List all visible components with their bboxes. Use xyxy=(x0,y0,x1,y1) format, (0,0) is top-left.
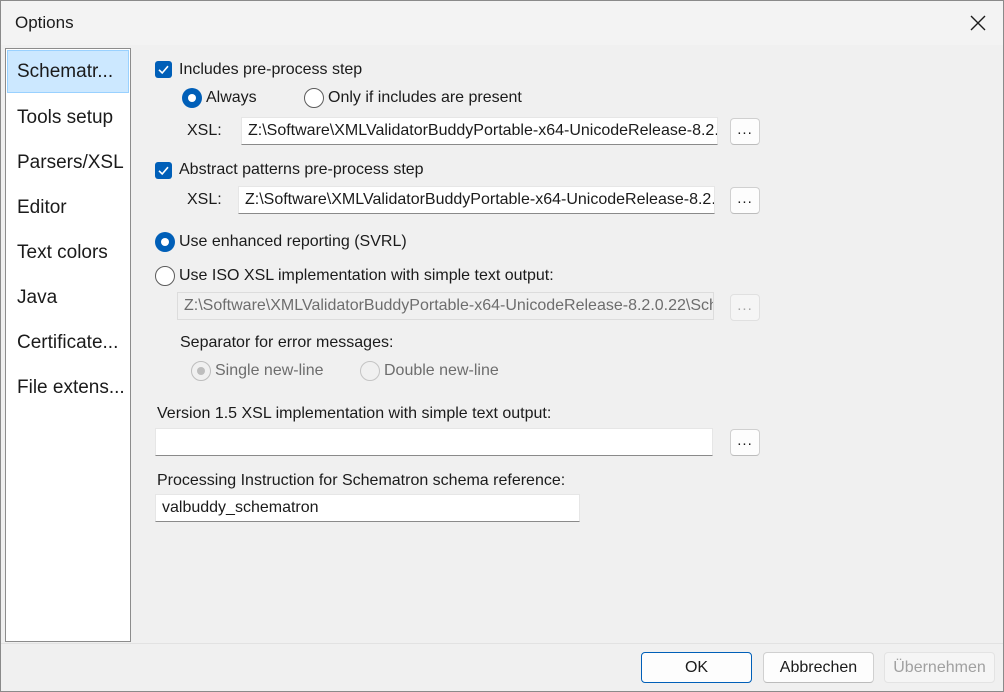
window-title: Options xyxy=(15,13,74,32)
cancel-button[interactable]: Abbrechen xyxy=(763,652,874,683)
radio-enhanced-reporting-label[interactable]: Use enhanced reporting (SVRL) xyxy=(179,233,407,251)
apply-button: Übernehmen xyxy=(884,652,995,683)
ok-button[interactable]: OK xyxy=(641,652,752,683)
close-icon xyxy=(970,15,986,31)
version15-input[interactable] xyxy=(155,428,713,456)
version15-label: Version 1.5 XSL implementation with simp… xyxy=(157,405,552,422)
sidebar-item-parsers-xsl[interactable]: Parsers/XSL xyxy=(7,141,129,184)
version15-browse-button[interactable]: ... xyxy=(730,429,760,456)
processing-instruction-input[interactable]: valbuddy_schematron xyxy=(155,494,580,522)
sidebar-item-editor[interactable]: Editor xyxy=(7,186,129,229)
iso-xsl-path-input: Z:\Software\XMLValidatorBuddyPortable-x6… xyxy=(177,292,714,320)
options-sidebar: Schematr... Tools setup Parsers/XSL Edit… xyxy=(5,48,131,642)
sidebar-item-java[interactable]: Java xyxy=(7,276,129,319)
checkmark-icon xyxy=(158,65,169,75)
sidebar-item-schematron[interactable]: Schematr... xyxy=(7,50,129,93)
radio-iso-xsl[interactable] xyxy=(155,266,175,286)
processing-instruction-label: Processing Instruction for Schematron sc… xyxy=(157,472,566,489)
sidebar-item-certificates[interactable]: Certificate... xyxy=(7,321,129,364)
includes-xsl-browse-button[interactable]: ... xyxy=(730,118,760,145)
includes-xsl-label: XSL: xyxy=(187,122,222,139)
sidebar-item-text-colors[interactable]: Text colors xyxy=(7,231,129,274)
radio-double-newline-label: Double new-line xyxy=(384,362,499,379)
includes-checkbox-label[interactable]: Includes pre-process step xyxy=(179,61,362,79)
radio-iso-xsl-label[interactable]: Use ISO XSL implementation with simple t… xyxy=(179,267,554,285)
separator-label: Separator for error messages: xyxy=(180,334,394,351)
dialog-body: Schematr... Tools setup Parsers/XSL Edit… xyxy=(1,45,1003,691)
radio-only-if-includes-label[interactable]: Only if includes are present xyxy=(328,89,522,107)
abstract-patterns-checkbox[interactable] xyxy=(155,162,172,179)
title-bar: Options xyxy=(1,1,1003,45)
abstract-xsl-label: XSL: xyxy=(187,191,222,208)
radio-single-newline xyxy=(191,361,211,381)
sidebar-item-file-extensions[interactable]: File extens... xyxy=(7,366,129,409)
iso-xsl-browse-button: ... xyxy=(730,294,760,321)
close-button[interactable] xyxy=(953,1,1003,45)
radio-always[interactable] xyxy=(182,88,202,108)
abstract-patterns-label[interactable]: Abstract patterns pre-process step xyxy=(179,161,424,179)
abstract-xsl-browse-button[interactable]: ... xyxy=(730,187,760,214)
radio-single-newline-label: Single new-line xyxy=(215,362,324,379)
checkmark-icon xyxy=(158,166,169,176)
abstract-xsl-input[interactable]: Z:\Software\XMLValidatorBuddyPortable-x6… xyxy=(238,186,715,214)
radio-enhanced-reporting[interactable] xyxy=(155,232,175,252)
radio-double-newline xyxy=(360,361,380,381)
radio-always-label[interactable]: Always xyxy=(206,89,257,107)
options-dialog: Options Schematr... Tools setup Parsers/… xyxy=(0,0,1004,692)
includes-xsl-input[interactable]: Z:\Software\XMLValidatorBuddyPortable-x6… xyxy=(241,117,718,145)
includes-checkbox[interactable] xyxy=(155,61,172,78)
radio-only-if-includes[interactable] xyxy=(304,88,324,108)
sidebar-item-tools-setup[interactable]: Tools setup xyxy=(7,96,129,139)
footer-divider xyxy=(1,643,1003,644)
